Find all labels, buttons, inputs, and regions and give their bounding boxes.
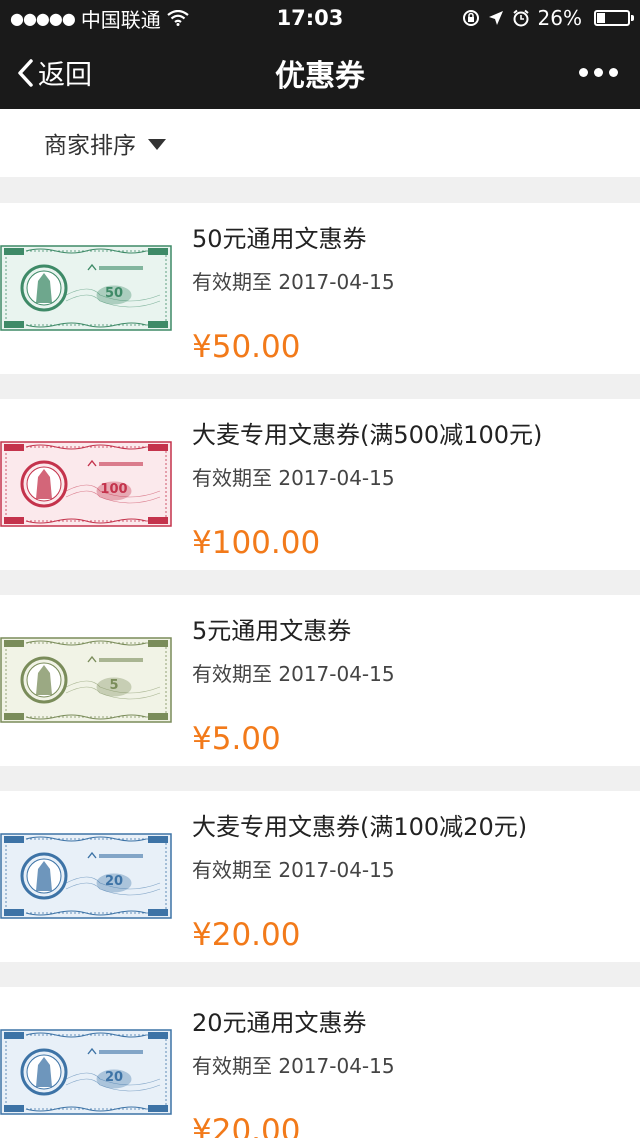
coupon-card[interactable]: 20 20元通用文惠券 有效期至 2017-04-15 ¥20.00 <box>0 987 640 1138</box>
alarm-icon <box>512 9 529 27</box>
coupon-ticket-image <box>0 1029 172 1115</box>
coupon-card[interactable]: 50 50元通用文惠券 有效期至 2017-04-15 ¥50.00 <box>0 203 640 374</box>
more-dot-icon <box>594 68 603 77</box>
more-menu-button[interactable] <box>579 36 618 109</box>
coupon-expiry: 有效期至 2017-04-15 <box>192 270 395 294</box>
coupon-face-value: 20 <box>104 874 124 889</box>
coupon-card[interactable]: 5 5元通用文惠券 有效期至 2017-04-15 ¥5.00 <box>0 595 640 766</box>
coupon-card[interactable]: 100 大麦专用文惠券(满500减100元) 有效期至 2017-04-15 ¥… <box>0 399 640 570</box>
back-button[interactable]: 返回 <box>16 36 92 109</box>
coupon-expiry: 有效期至 2017-04-15 <box>192 858 395 882</box>
chevron-left-icon <box>18 58 33 87</box>
coupon-expiry: 有效期至 2017-04-15 <box>192 466 395 490</box>
coupon-ticket-image <box>0 441 172 527</box>
coupon-title: 大麦专用文惠券(满500减100元) <box>192 421 543 449</box>
location-icon <box>488 11 503 25</box>
coupon-price: ¥20.00 <box>192 1113 301 1138</box>
coupon-title: 50元通用文惠券 <box>192 225 367 253</box>
coupon-price: ¥5.00 <box>192 721 281 757</box>
carrier-name: 中国联通 <box>80 7 161 32</box>
coupon-price: ¥50.00 <box>192 329 301 365</box>
coupon-card[interactable]: 20 大麦专用文惠券(满100减20元) 有效期至 2017-04-15 ¥20… <box>0 791 640 962</box>
battery-icon <box>594 10 634 26</box>
battery-percent: 26% <box>537 6 582 30</box>
coupon-face-value: 100 <box>100 482 128 497</box>
page-title: 优惠券 <box>275 58 365 94</box>
rotation-lock-icon <box>462 10 479 26</box>
coupon-title: 大麦专用文惠券(满100减20元) <box>192 813 528 841</box>
coupon-ticket-image <box>0 833 172 919</box>
coupon-expiry: 有效期至 2017-04-15 <box>192 1054 395 1078</box>
coupon-face-value: 50 <box>104 286 124 301</box>
coupon-face-value: 20 <box>104 1070 124 1085</box>
more-dot-icon <box>579 68 588 77</box>
wifi-icon <box>167 10 189 26</box>
nav-bar: 返回 优惠券 <box>0 36 640 109</box>
coupon-price: ¥100.00 <box>192 525 321 561</box>
more-dot-icon <box>609 68 618 77</box>
signal-dots-icon: ●●●●● <box>10 8 76 28</box>
coupon-face-value: 5 <box>109 678 119 693</box>
coupon-title: 20元通用文惠券 <box>192 1009 367 1037</box>
sort-dropdown[interactable]: 商家排序 <box>0 109 640 177</box>
coupon-ticket-image <box>0 245 172 331</box>
back-label: 返回 <box>38 60 92 91</box>
coupon-expiry: 有效期至 2017-04-15 <box>192 662 395 686</box>
coupon-price: ¥20.00 <box>192 917 301 953</box>
status-time: 17:03 <box>276 6 344 30</box>
coupon-title: 5元通用文惠券 <box>192 617 352 645</box>
caret-down-icon <box>148 139 166 150</box>
coupon-ticket-image <box>0 637 172 723</box>
status-bar: ●●●●● 中国联通 17:03 26% <box>0 0 640 36</box>
sort-label: 商家排序 <box>44 133 136 159</box>
